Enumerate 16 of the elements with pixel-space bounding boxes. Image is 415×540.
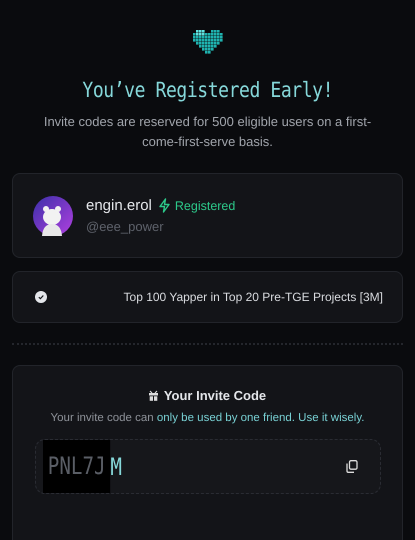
invite-code: PNL7J M	[42, 440, 122, 493]
invite-code-field[interactable]: PNL7J M	[34, 439, 380, 494]
avatar-icon	[33, 196, 73, 236]
user-handle: @eee_power	[86, 219, 165, 234]
heart-icon	[192, 30, 222, 54]
achievement-label: Top 100 Yapper in Top 20 Pre-TGE Projects [3M]	[124, 290, 383, 304]
copy-icon	[346, 460, 358, 473]
invite-note: Your invite code can only be used by one friend. Use it wisely.	[50, 412, 364, 424]
registered-status: Registered	[158, 198, 236, 213]
page-title: You’ve Registered Early!	[82, 78, 333, 102]
invite-title: Your Invite Code	[164, 388, 266, 403]
gift-icon	[148, 390, 158, 401]
subtitle: Invite codes are reserved for 500 eligible users on a first-come-first-serve basis.	[42, 113, 372, 151]
lightning-icon	[158, 198, 171, 213]
user-name: engin.erol	[86, 197, 152, 214]
copy-button[interactable]	[344, 458, 360, 475]
